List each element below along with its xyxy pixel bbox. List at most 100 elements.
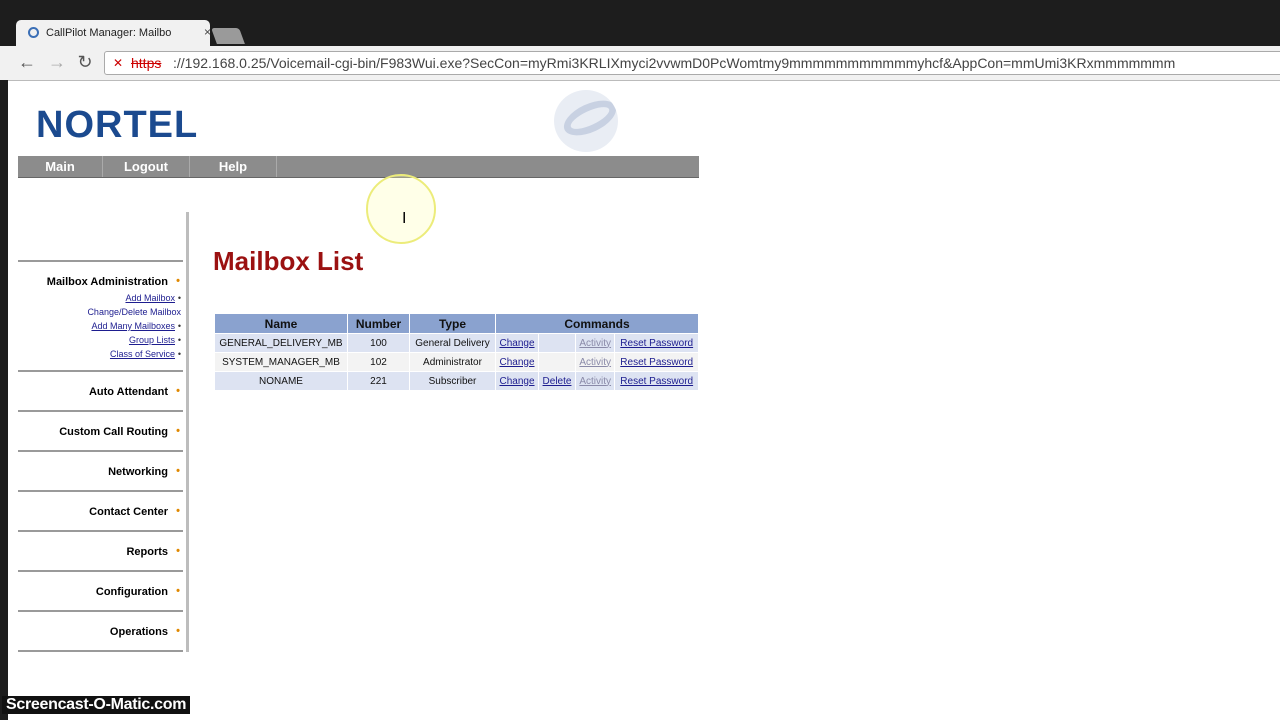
cell-activity: Activity: [574, 371, 616, 391]
column-header-commands: Commands: [495, 313, 699, 334]
sidebar-item-configuration[interactable]: Configuration: [96, 586, 168, 598]
table-row: GENERAL_DELIVERY_MB 100 General Delivery…: [214, 333, 699, 353]
sidebar-item-auto-attendant[interactable]: Auto Attendant: [89, 386, 168, 398]
new-tab-button[interactable]: [211, 28, 245, 44]
url-scheme: https: [131, 55, 162, 71]
forward-icon[interactable]: →: [46, 52, 68, 73]
sidebar-item-reports[interactable]: Reports: [126, 546, 168, 558]
cell-type: Administrator: [409, 352, 496, 372]
bullet-star-icon: •: [176, 625, 180, 637]
column-header-type: Type: [409, 313, 496, 334]
table-row: NONAME 221 Subscriber Change Delete Acti…: [214, 371, 699, 391]
sidebar-divider: [18, 530, 183, 532]
bullet-star-icon: •: [176, 385, 180, 397]
tab-title: CallPilot Manager: Mailbo: [46, 27, 172, 39]
menu-main[interactable]: Main: [18, 156, 103, 177]
reset-password-link[interactable]: Reset Password: [620, 357, 693, 368]
tab-close-icon[interactable]: ×: [204, 25, 211, 39]
bullet-star-icon: •: [176, 545, 180, 557]
cell-number: 100: [347, 333, 410, 353]
table-row: SYSTEM_MANAGER_MB 102 Administrator Chan…: [214, 352, 699, 372]
cell-type: General Delivery: [409, 333, 496, 353]
bullet-star-icon: •: [176, 425, 180, 437]
link-dot-icon: •: [177, 335, 181, 345]
text-cursor-icon: I: [402, 210, 407, 227]
cell-change: Change: [495, 371, 539, 391]
top-menu: Main Logout Help: [18, 156, 699, 178]
sidebar-item-custom-call-routing[interactable]: Custom Call Routing: [59, 426, 168, 438]
cell-name: NONAME: [214, 371, 348, 391]
bullet-star-icon: •: [176, 585, 180, 597]
nortel-logo: NORTEL: [36, 104, 199, 146]
cell-reset: Reset Password: [614, 352, 699, 372]
sidebar-item-contact-center[interactable]: Contact Center: [89, 506, 168, 518]
sidebar-divider: [18, 450, 183, 452]
link-class-of-service[interactable]: Class of Service: [110, 349, 175, 359]
table-header-row: Name Number Type Commands: [214, 313, 699, 334]
cell-type: Subscriber: [409, 371, 496, 391]
address-bar[interactable]: ✕ https ://192.168.0.25/Voicemail-cgi-bi…: [104, 51, 1280, 75]
recorder-watermark: Screencast-O-Matic.com: [2, 696, 191, 714]
page-title: Mailbox List: [213, 246, 364, 276]
change-link[interactable]: Change: [499, 338, 534, 349]
activity-link[interactable]: Activity: [579, 357, 611, 368]
menu-help[interactable]: Help: [190, 156, 277, 177]
bullet-star-icon: •: [176, 465, 180, 477]
cell-delete: Delete: [538, 371, 576, 391]
bullet-star-icon: •: [176, 275, 180, 287]
sidebar-item-mailbox-administration[interactable]: Mailbox Administration: [47, 276, 168, 288]
reset-password-link[interactable]: Reset Password: [620, 338, 693, 349]
bullet-star-icon: •: [176, 505, 180, 517]
reload-icon[interactable]: ↻: [74, 52, 96, 73]
sidebar-divider: [18, 650, 183, 652]
sidebar-item-networking[interactable]: Networking: [108, 466, 168, 478]
cell-name: GENERAL_DELIVERY_MB: [214, 333, 348, 353]
link-dot-icon: •: [177, 349, 181, 359]
url-text: ://192.168.0.25/Voicemail-cgi-bin/F983Wu…: [173, 55, 1176, 71]
activity-link[interactable]: Activity: [579, 338, 611, 349]
link-change-delete-mailbox[interactable]: Change/Delete Mailbox: [87, 307, 181, 317]
delete-link[interactable]: Delete: [543, 376, 572, 387]
cell-reset: Reset Password: [614, 333, 699, 353]
cell-name: SYSTEM_MANAGER_MB: [214, 352, 348, 372]
change-link[interactable]: Change: [499, 357, 534, 368]
sidebar-divider: [18, 410, 183, 412]
browser-toolbar: ← → ↻ ✕ https ://192.168.0.25/Voicemail-…: [0, 46, 1280, 81]
page-favicon-icon: [28, 27, 39, 38]
cell-number: 102: [347, 352, 410, 372]
sidebar-divider: [18, 570, 183, 572]
sidebar-item-operations[interactable]: Operations: [110, 626, 168, 638]
change-link[interactable]: Change: [499, 376, 534, 387]
sidebar-divider: [18, 490, 183, 492]
globe-logo-icon: [554, 90, 618, 152]
reset-password-link[interactable]: Reset Password: [620, 376, 693, 387]
browser-tab[interactable]: CallPilot Manager: Mailbo ×: [16, 20, 211, 46]
activity-link[interactable]: Activity: [579, 376, 611, 387]
cell-activity: Activity: [574, 333, 616, 353]
menu-logout[interactable]: Logout: [103, 156, 190, 177]
cell-change: Change: [495, 333, 539, 353]
column-header-name: Name: [214, 313, 348, 334]
mailbox-table: Name Number Type Commands GENERAL_DELIVE…: [214, 313, 699, 391]
link-add-many-mailboxes[interactable]: Add Many Mailboxes: [91, 321, 175, 331]
back-icon[interactable]: ←: [16, 52, 38, 73]
window-frame: [0, 80, 8, 720]
browser-tab-strip: CallPilot Manager: Mailbo ×: [0, 0, 1280, 46]
sidebar: Mailbox Administration • Add Mailbox • C…: [18, 212, 189, 652]
cursor-highlight: [366, 174, 436, 244]
insecure-lock-icon: ✕: [113, 56, 124, 70]
cell-reset: Reset Password: [614, 371, 699, 391]
sidebar-divider: [18, 610, 183, 612]
column-header-number: Number: [347, 313, 410, 334]
cell-activity: Activity: [574, 352, 616, 372]
cell-number: 221: [347, 371, 410, 391]
sidebar-divider: [18, 260, 183, 262]
cell-change: Change: [495, 352, 539, 372]
sidebar-divider: [18, 370, 183, 372]
link-group-lists[interactable]: Group Lists: [129, 335, 175, 345]
cell-delete: [538, 333, 576, 353]
link-dot-icon: •: [177, 293, 181, 303]
link-add-mailbox[interactable]: Add Mailbox: [125, 293, 175, 303]
cell-delete: [538, 352, 576, 372]
link-dot-icon: •: [177, 321, 181, 331]
